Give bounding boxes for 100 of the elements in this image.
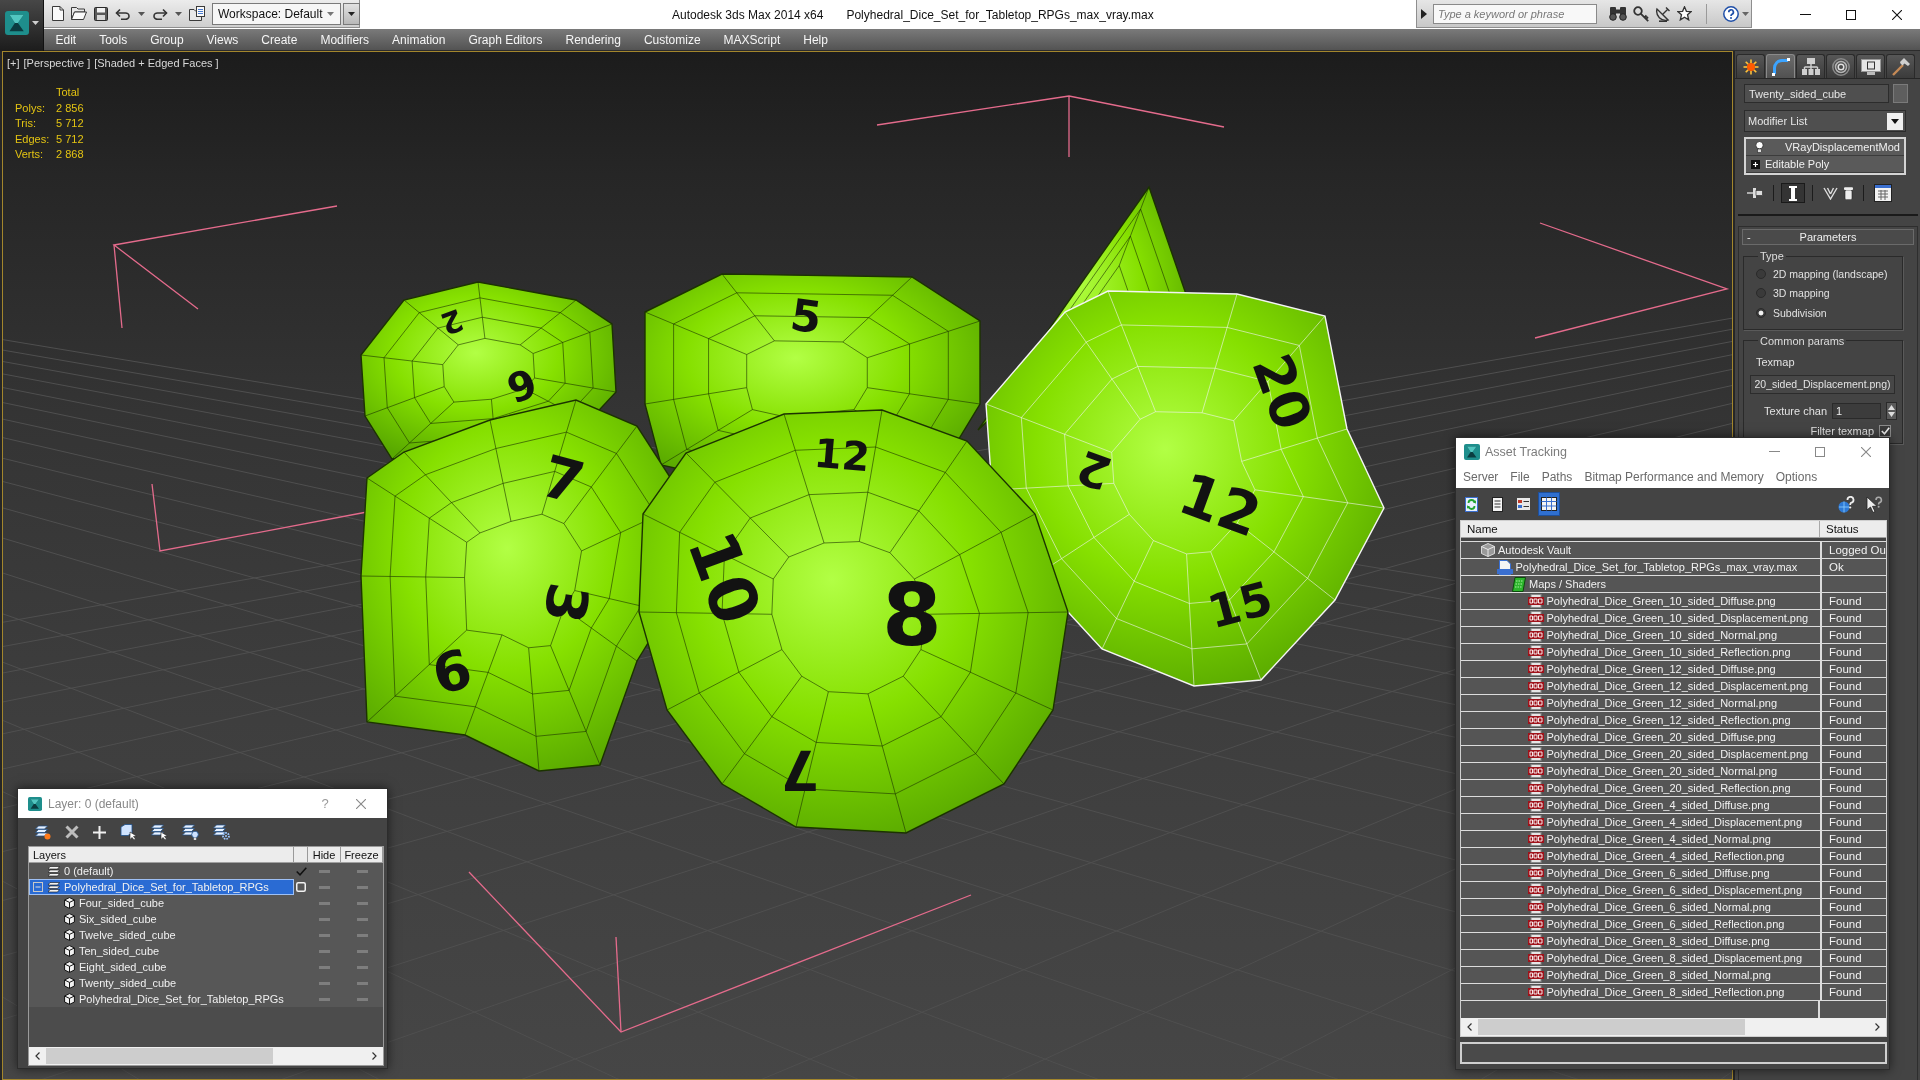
asset-item[interactable]: Polyhedral_Dice_Green_20_sided_Displacement.png (1461, 746, 1820, 762)
asset-item[interactable]: Maps / Shaders (1461, 576, 1820, 592)
key-icon[interactable] (1633, 5, 1649, 22)
close-icon[interactable] (1892, 9, 1902, 20)
chevron-right-icon[interactable] (372, 1052, 377, 1060)
asset-item[interactable]: Polyhedral_Dice_Green_20_sided_Normal.png (1461, 763, 1820, 779)
menu-item[interactable]: Edit (44, 29, 88, 50)
scrollbar-thumb[interactable] (1478, 1019, 1745, 1035)
panel-tab[interactable] (1826, 54, 1855, 78)
check-icon[interactable] (295, 866, 307, 876)
asset-item[interactable]: Polyhedral_Dice_Green_4_sided_Normal.png (1461, 831, 1820, 847)
layer-item[interactable]: Eight_sided_cube (29, 959, 294, 975)
panel-tab[interactable] (1796, 54, 1825, 78)
asset-item[interactable]: Polyhedral_Dice_Green_20_sided_Reflection.png (1461, 780, 1820, 796)
asset-item[interactable]: Polyhedral_Dice_Green_12_sided_Diffuse.png (1461, 661, 1820, 677)
panel-tab[interactable] (1736, 54, 1765, 78)
layer-item[interactable]: Twenty_sided_cube (29, 975, 294, 991)
chevron-right-icon[interactable] (1875, 1023, 1880, 1031)
chevron-left-icon[interactable] (1467, 1023, 1472, 1031)
asset-item[interactable]: Polyhedral_Dice_Green_4_sided_Displacement.png (1461, 814, 1820, 830)
asset-item[interactable]: Polyhedral_Dice_Green_6_sided_Reflection.png (1461, 916, 1820, 932)
asset-item[interactable]: Polyhedral_Dice_Green_8_sided_Displacement.png (1461, 950, 1820, 966)
checkbox[interactable] (1879, 424, 1891, 437)
workspace-dropdown[interactable]: Workspace: Default (212, 2, 341, 25)
menu-item[interactable]: Animation (380, 29, 457, 50)
spinner-button[interactable] (1886, 401, 1897, 420)
menu-item[interactable]: MAXScript (712, 29, 792, 50)
column-header[interactable]: Freeze (341, 847, 383, 862)
plus-icon[interactable] (93, 825, 106, 839)
layer-item[interactable]: Ten_sided_cube (29, 943, 294, 959)
color-swatch-icon[interactable] (1893, 84, 1908, 103)
layer-item[interactable]: 0 (default) (29, 863, 294, 879)
asset-item[interactable]: Polyhedral_Dice_Green_10_sided_Normal.png (1461, 627, 1820, 643)
toolbar-button[interactable] (1538, 492, 1560, 516)
panel-tab[interactable] (1886, 54, 1915, 78)
cube-pointer-icon[interactable] (120, 824, 137, 840)
column-header[interactable]: Hide (308, 847, 341, 862)
application-button[interactable] (0, 0, 44, 51)
stack-item[interactable]: Editable Poly (1746, 156, 1904, 173)
layer-item[interactable]: Polyhedral_Dice_Set_for_Tabletop_RPGs (29, 991, 294, 1007)
option-label[interactable]: Subdivision (1773, 306, 1827, 319)
menu-item[interactable]: Options (1775, 469, 1818, 484)
column-header[interactable]: Layers (29, 847, 294, 862)
object-name-field[interactable]: Twenty_sided_cube (1744, 84, 1889, 103)
menu-item[interactable]: File (1510, 469, 1530, 484)
asset-item[interactable]: Polyhedral_Dice_Green_8_sided_Normal.png (1461, 967, 1820, 983)
asset-item[interactable]: Polyhedral_Dice_Green_8_sided_Diffuse.png (1461, 933, 1820, 949)
menu-item[interactable]: Customize (632, 29, 713, 50)
asset-item[interactable]: Polyhedral_Dice_Green_12_sided_Normal.png (1461, 695, 1820, 711)
star-icon[interactable] (1677, 6, 1692, 21)
redo-icon[interactable] (152, 7, 168, 20)
layers-gear-icon[interactable] (213, 824, 230, 840)
maximize-icon[interactable] (1846, 9, 1856, 20)
asset-item[interactable]: Polyhedral_Dice_Green_10_sided_Diffuse.png (1461, 593, 1820, 609)
menu-item[interactable]: Modifiers (308, 29, 381, 50)
radio-button[interactable] (1756, 307, 1766, 318)
asset-item[interactable]: Polyhedral_Dice_Green_6_sided_Displacement.png (1461, 882, 1820, 898)
globe-help-icon[interactable] (1838, 495, 1855, 513)
radio-button[interactable] (1756, 268, 1766, 279)
asset-item[interactable]: Polyhedral_Dice_Green_10_sided_Reflection.png (1461, 644, 1820, 660)
asset-item[interactable]: Polyhedral_Dice_Green_6_sided_Diffuse.png (1461, 865, 1820, 881)
layers-pointer-icon[interactable] (151, 824, 168, 840)
save-icon[interactable] (94, 6, 108, 21)
square-icon[interactable] (296, 882, 306, 892)
column-header[interactable]: Name (1461, 521, 1820, 537)
viewport-label[interactable]: [Shaded + Edged Faces ] (94, 56, 219, 70)
new-file-icon[interactable] (52, 6, 64, 21)
menu-item[interactable]: Bitmap Performance and Memory (1584, 469, 1764, 484)
menu-item[interactable]: Paths (1541, 469, 1573, 484)
search-field[interactable]: Type a keyword or phrase (1433, 3, 1597, 24)
panel-tab[interactable] (1856, 54, 1885, 78)
stack-tool-button[interactable] (1781, 183, 1805, 203)
modifier-list-dropdown[interactable]: Modifier List (1744, 110, 1906, 132)
chevron-left-icon[interactable] (35, 1052, 40, 1060)
menu-item[interactable]: Server (1463, 469, 1499, 484)
asset-item[interactable]: Polyhedral_Dice_Green_4_sided_Diffuse.png (1461, 797, 1820, 813)
texture-channel-field[interactable]: 1 (1832, 402, 1881, 419)
menu-item[interactable]: Views (195, 29, 250, 50)
satellite-dish-icon[interactable] (1655, 5, 1671, 22)
option-label[interactable]: 3D mapping (1773, 287, 1830, 300)
menu-item[interactable]: Graph Editors (456, 29, 554, 50)
binoculars-icon[interactable] (1609, 6, 1627, 21)
asset-item[interactable]: Polyhedral_Dice_Set_for_Tabletop_RPGs_max_vray.max (1461, 559, 1820, 575)
menu-item[interactable]: Group (138, 29, 196, 50)
x-icon[interactable] (65, 825, 79, 839)
asset-item[interactable]: Polyhedral_Dice_Green_12_sided_Reflection.png (1461, 712, 1820, 728)
asset-item[interactable]: Polyhedral_Dice_Green_6_sided_Normal.png (1461, 899, 1820, 915)
layer-item[interactable]: Polyhedral_Dice_Set_for_Tabletop_RPGs (29, 879, 294, 895)
asset-item[interactable]: Autodesk Vault (1461, 542, 1820, 558)
menu-item[interactable]: Help (791, 29, 840, 50)
expand-arrow-icon[interactable] (1421, 8, 1427, 19)
menu-item[interactable]: Rendering (554, 29, 633, 50)
menu-item[interactable]: Create (249, 29, 309, 50)
option-label[interactable]: 2D mapping (landscape) (1773, 267, 1888, 280)
minus-box-icon[interactable] (33, 882, 43, 892)
asset-item[interactable]: Polyhedral_Dice_Green_10_sided_Displacement.png (1461, 610, 1820, 626)
texmap-button[interactable]: 20_sided_Displacement.png) (1750, 374, 1895, 394)
rollout-header[interactable]: - Parameters (1742, 229, 1914, 245)
panel-tab[interactable] (1766, 54, 1795, 78)
minimize-icon[interactable] (1799, 14, 1811, 15)
